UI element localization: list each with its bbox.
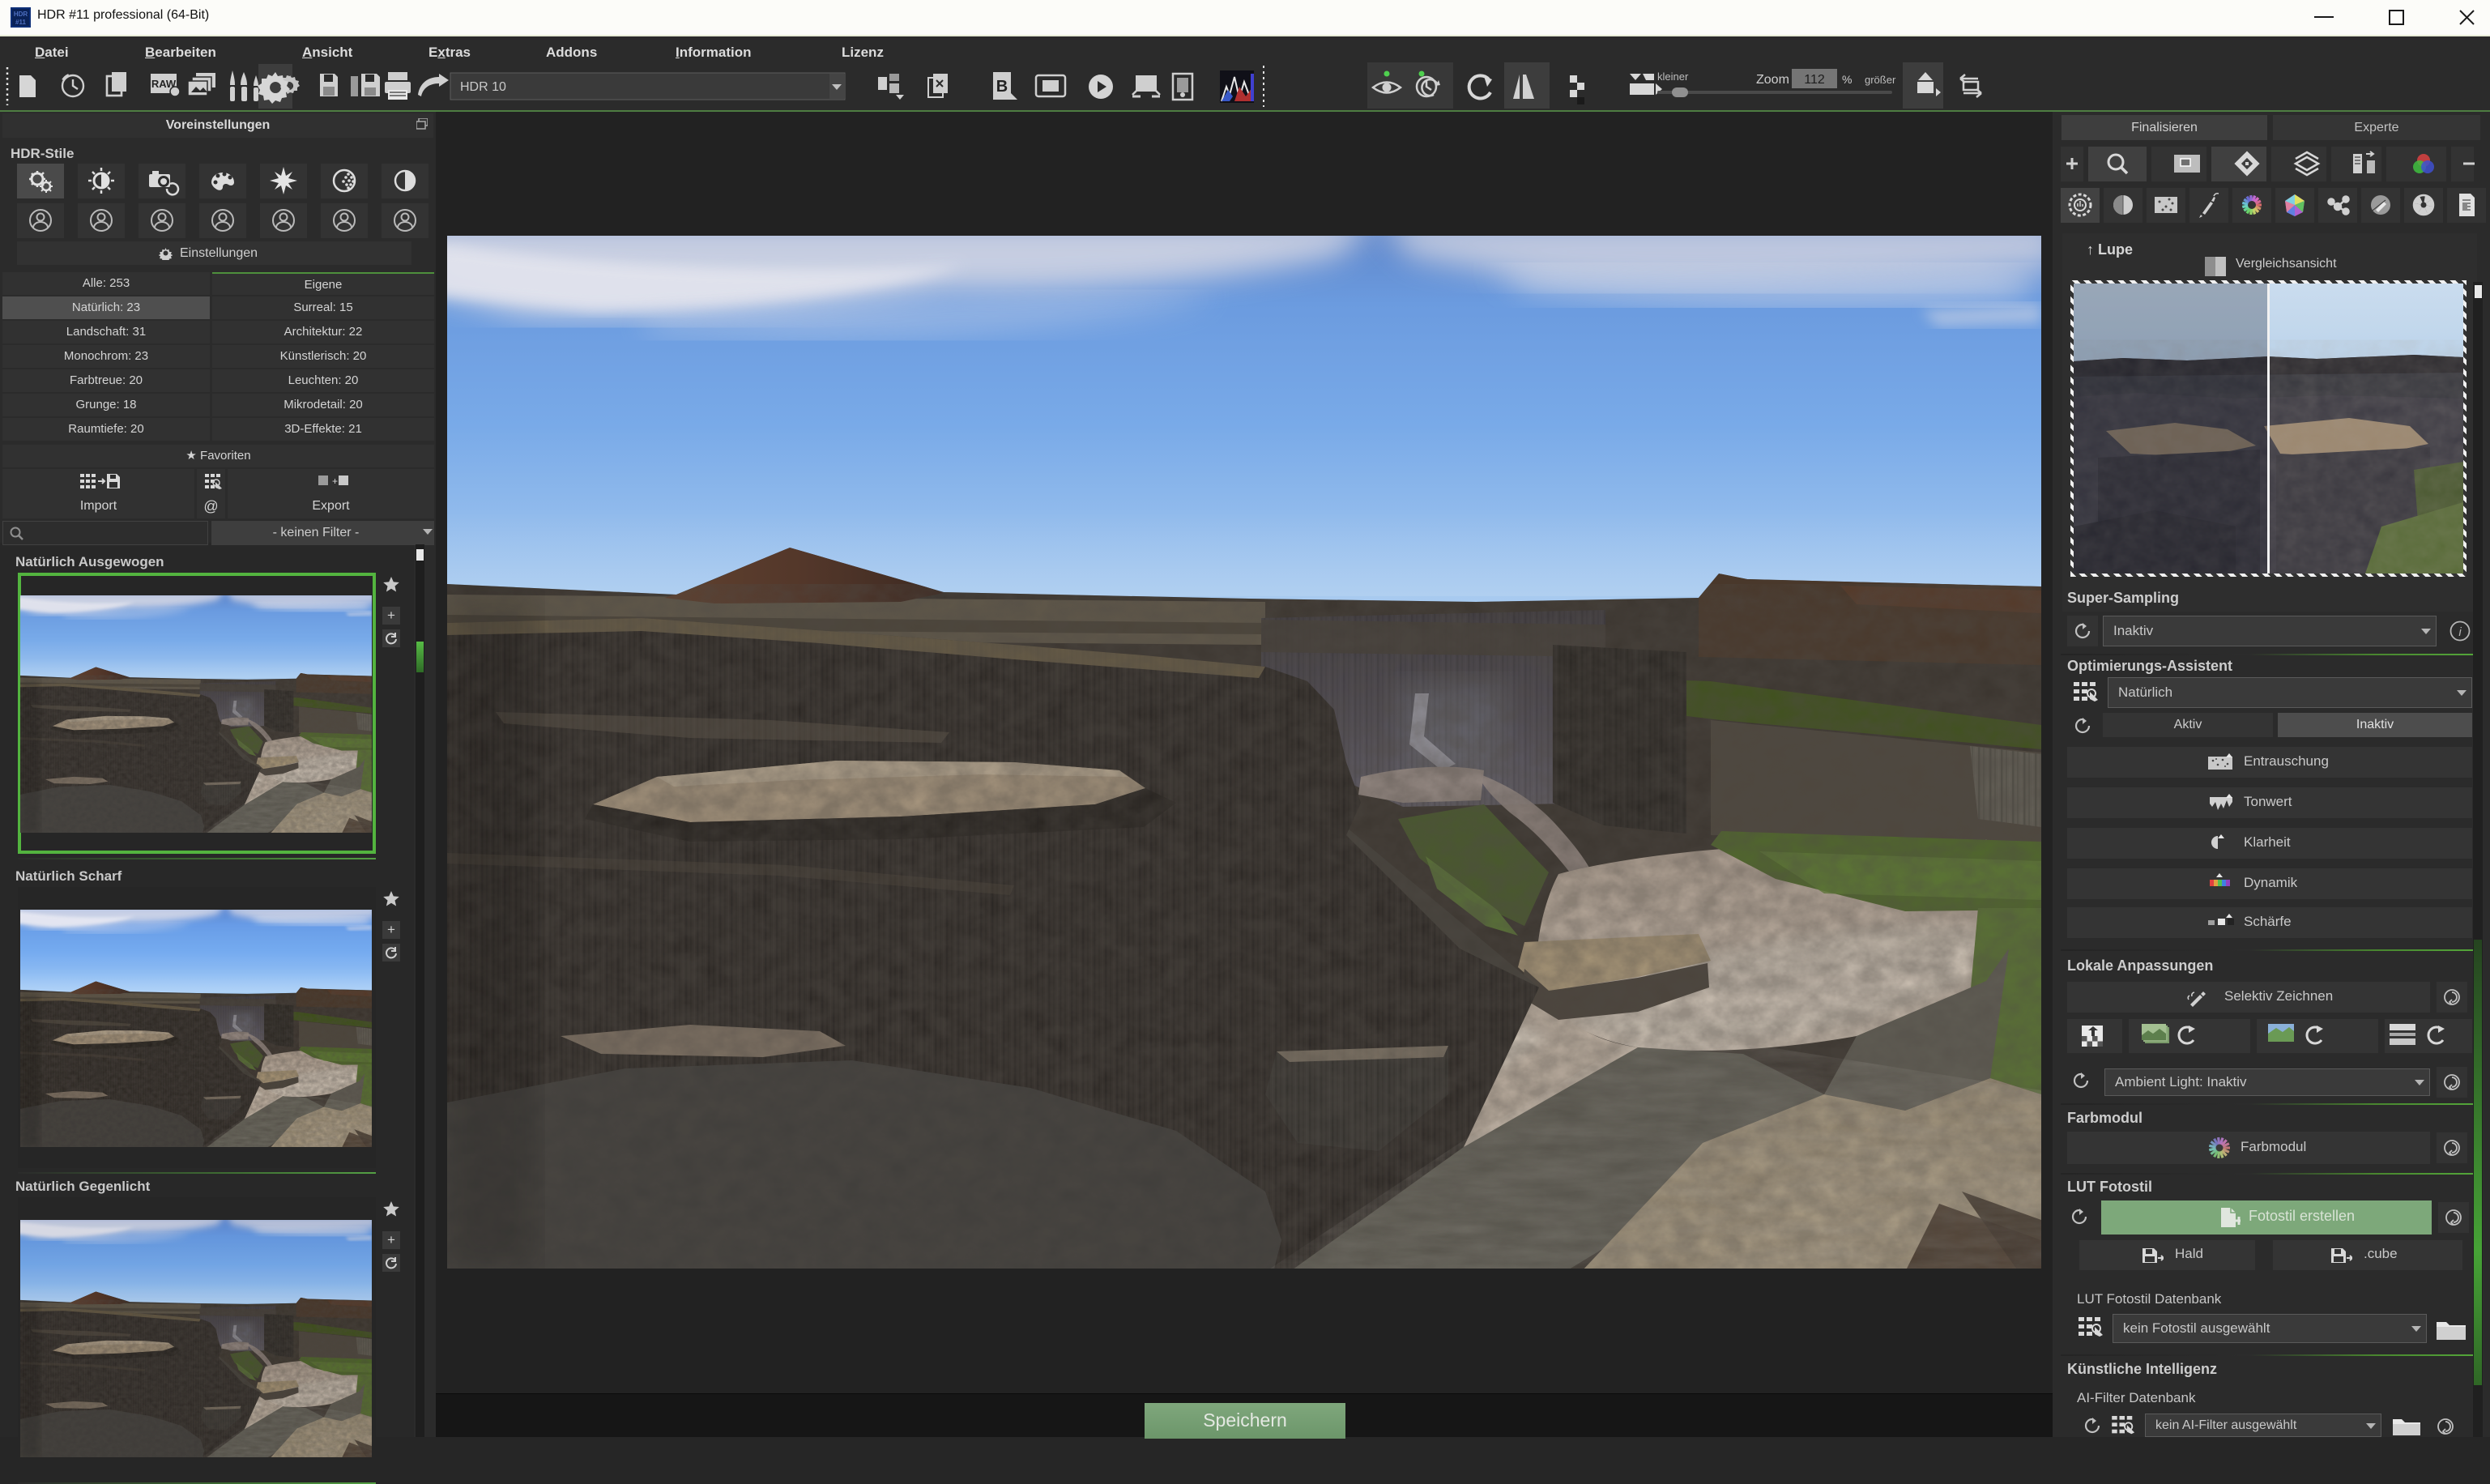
svg-text:%: % [1842,73,1852,86]
svg-text:112: 112 [1804,73,1825,87]
svg-text:HDR 10: HDR 10 [460,80,506,94]
svg-text:i: i [2458,625,2462,639]
svg-text:+: + [332,475,338,487]
svg-text:B: B [996,78,1008,96]
svg-text:kleiner: kleiner [1657,70,1689,83]
svg-text:Zoom: Zoom [1756,73,1789,87]
svg-text:#11: #11 [15,19,26,26]
svg-text:HDR: HDR [14,11,28,18]
svg-text:größer: größer [1865,74,1896,86]
